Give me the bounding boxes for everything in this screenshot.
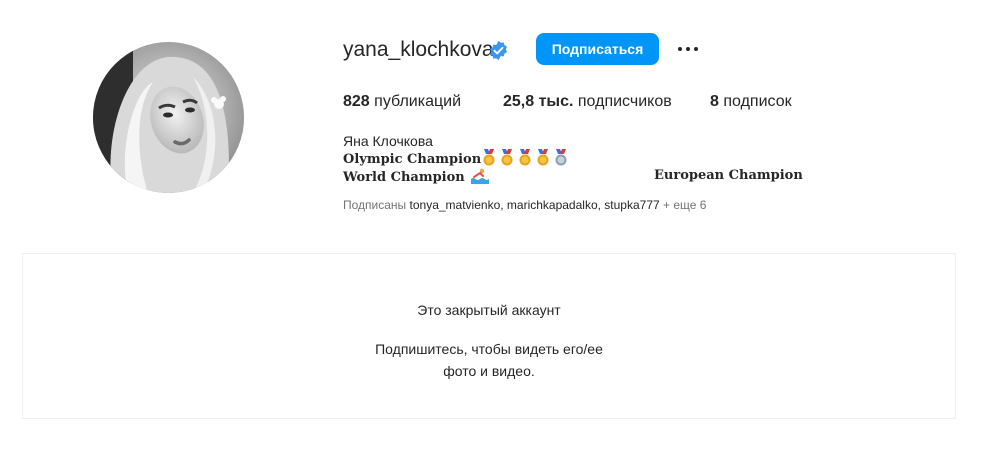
more-dot: [686, 47, 690, 51]
followers-count: 25,8 тыс.: [503, 93, 574, 110]
bio-world-text: World Champion: [343, 170, 465, 185]
private-message-line2: фото и видео.: [443, 363, 535, 379]
followed-by[interactable]: Подписаны tonya_matvienko, marichkapadal…: [343, 198, 706, 213]
following-label: подписок: [723, 93, 792, 110]
follow-button[interactable]: Подписаться: [536, 33, 659, 65]
following-count: 8: [710, 93, 719, 110]
posts-label: публикаций: [374, 93, 462, 110]
followers-stat[interactable]: 25,8 тыс. подписчиков: [503, 93, 672, 111]
bio-european-text: European Champion: [654, 168, 803, 183]
gold-medal-icon: [537, 149, 549, 166]
more-dot: [694, 47, 698, 51]
private-account-notice: Это закрытый аккаунт Подпишитесь, чтобы …: [22, 253, 956, 419]
profile-full-name: Яна Клочкова: [343, 133, 433, 149]
profile-avatar[interactable]: [93, 42, 244, 193]
followers-label: подписчиков: [577, 93, 672, 110]
gold-medal-icon: [501, 149, 513, 166]
gold-medal-icon: [483, 149, 495, 166]
private-account-message: Подпишитесь, чтобы видеть его/ее фото и …: [23, 338, 955, 382]
profile-username: yana_klochkova: [343, 38, 494, 61]
bio-line-world: World Champion: [343, 167, 490, 187]
bio-line-olympic: Olympic Champion: [343, 149, 569, 169]
more-options-icon[interactable]: [672, 35, 704, 63]
verified-badge-icon: [490, 40, 507, 61]
avatar-photo: [93, 42, 244, 193]
followed-by-accounts[interactable]: tonya_matvienko, marichkapadalko, stupka…: [410, 198, 660, 212]
private-account-title: Это закрытый аккаунт: [417, 302, 561, 318]
private-message-line1: Подпишитесь, чтобы видеть его/ее: [375, 341, 603, 357]
bio-olympic-text: Olympic Champion: [343, 152, 482, 167]
followed-by-more[interactable]: + еще 6: [663, 198, 706, 212]
following-stat[interactable]: 8 подписок: [710, 93, 792, 111]
posts-count: 828: [343, 93, 370, 110]
followed-by-prefix: Подписаны: [343, 198, 407, 212]
more-dot: [678, 47, 682, 51]
gold-medal-icon: [519, 149, 531, 166]
posts-stat: 828 публикаций: [343, 93, 461, 111]
swimmer-icon: [471, 167, 490, 184]
silver-medal-icon: [555, 149, 567, 166]
